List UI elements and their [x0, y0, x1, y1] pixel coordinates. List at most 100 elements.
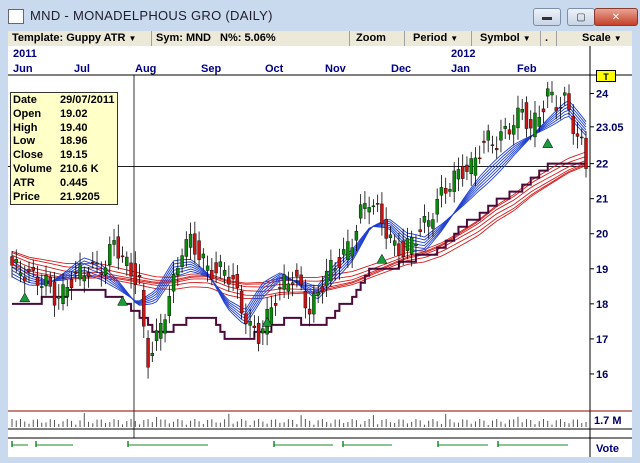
price-tick-label: 16 — [596, 369, 608, 381]
candle-body — [48, 276, 52, 287]
info-row: Date 29/07/2011 — [13, 94, 115, 108]
candle-body — [82, 276, 86, 282]
info-key: High — [13, 121, 38, 134]
info-row: Low 18.96 — [13, 135, 115, 149]
month-label: Nov — [325, 63, 347, 75]
dot-button[interactable]: . — [545, 32, 548, 44]
candle-body — [188, 233, 193, 248]
candle-body — [358, 204, 363, 219]
month-label: Jul — [74, 63, 90, 75]
candle-body — [397, 243, 401, 256]
candle-body — [341, 249, 346, 255]
candle-body — [159, 323, 163, 339]
candle-body — [337, 257, 342, 268]
candle-body — [435, 198, 439, 215]
template-label: Template: Guppy ATR — [12, 32, 126, 44]
candle-body — [129, 262, 133, 277]
candle-body — [299, 274, 303, 285]
minimize-button[interactable]: ▬ — [533, 8, 561, 26]
candle-body — [354, 230, 359, 241]
candle-body — [14, 259, 18, 264]
candle-body — [380, 203, 384, 224]
info-value: 29/07/2011 — [60, 94, 115, 106]
info-value: 18.96 — [60, 135, 88, 148]
chevron-down-icon: ▼ — [128, 34, 137, 43]
candle-body — [35, 276, 40, 286]
chevron-down-icon: ▼ — [613, 34, 622, 43]
scale-label: Scale — [582, 32, 611, 44]
info-row: Volume 210.6 K — [13, 163, 115, 177]
info-key: Open — [13, 107, 42, 120]
candle-body — [473, 157, 478, 176]
candle-body — [495, 148, 499, 151]
scale-dropdown[interactable]: Scale ▼ — [582, 32, 622, 44]
candle-body — [231, 275, 235, 280]
candle-body — [418, 229, 422, 232]
candle-body — [125, 256, 129, 266]
candle-body — [575, 133, 580, 137]
candle-body — [584, 137, 588, 169]
candle-body — [469, 158, 473, 175]
candle-body — [78, 264, 82, 280]
candle-body — [303, 291, 308, 309]
candle-body — [422, 216, 427, 223]
candle-body — [248, 321, 252, 326]
candle-body — [171, 274, 176, 292]
month-label: Jan — [451, 63, 470, 75]
month-label: Jun — [13, 63, 33, 75]
toolbar-divider — [556, 31, 557, 46]
toolbar-divider — [540, 31, 541, 46]
app-icon — [8, 9, 24, 24]
toolbar-divider — [471, 31, 472, 46]
candle-body — [426, 220, 431, 227]
candle-body — [516, 107, 520, 129]
zoom-button[interactable]: Zoom — [356, 32, 386, 44]
buy-signal-triangle — [542, 138, 554, 148]
candle-body — [146, 338, 150, 368]
candle-body — [18, 272, 23, 276]
candle-body — [256, 322, 261, 344]
buy-signal-triangle — [19, 292, 31, 303]
candle-body — [99, 272, 103, 275]
info-key: Date — [13, 94, 37, 106]
candle-body — [74, 272, 78, 274]
info-row: ATR 0.445 — [13, 177, 115, 191]
candle-body — [520, 109, 524, 113]
info-value: 21.9205 — [60, 190, 100, 203]
candle-body — [40, 286, 44, 288]
candle-body — [86, 272, 91, 277]
candle-body — [61, 284, 65, 304]
candle-body — [286, 283, 291, 292]
candle-body — [261, 328, 265, 334]
candle-body — [333, 268, 337, 271]
price-tick-label: 17 — [596, 334, 608, 346]
info-value: 19.15 — [60, 149, 88, 162]
template-dropdown[interactable]: Template: Guppy ATR ▼ — [12, 32, 136, 44]
candle-body — [401, 240, 405, 257]
chevron-down-icon: ▼ — [450, 34, 459, 43]
candle-body — [235, 274, 240, 288]
candle-body — [218, 261, 223, 267]
candle-body — [69, 279, 74, 289]
info-row: Open 19.02 — [13, 108, 115, 122]
trade-flag-marker[interactable]: T — [596, 70, 616, 82]
candle-body — [363, 203, 367, 209]
candle-body — [307, 308, 312, 315]
price-info-panel: Date 29/07/2011 Open 19.02 High 19.40 Low 18… — [10, 92, 118, 205]
candle-body — [290, 282, 295, 285]
candle-body — [133, 263, 138, 285]
candle-body — [554, 107, 558, 111]
candle-body — [533, 112, 537, 138]
info-value: 0.445 — [60, 176, 88, 189]
volume-scale-label: 1.7 M — [594, 415, 622, 427]
maximize-button[interactable]: ▢ — [567, 8, 595, 26]
percent-label: N%: 5.06% — [220, 32, 276, 44]
candle-body — [409, 236, 414, 255]
candle-body — [448, 189, 452, 192]
info-key: Volume — [13, 162, 52, 175]
candle-body — [529, 119, 533, 129]
symbol-dropdown[interactable]: Symbol ▼ — [480, 32, 531, 44]
period-dropdown[interactable]: Period ▼ — [413, 32, 458, 44]
candle-body — [350, 247, 354, 257]
close-button[interactable]: ✕ — [594, 8, 638, 26]
